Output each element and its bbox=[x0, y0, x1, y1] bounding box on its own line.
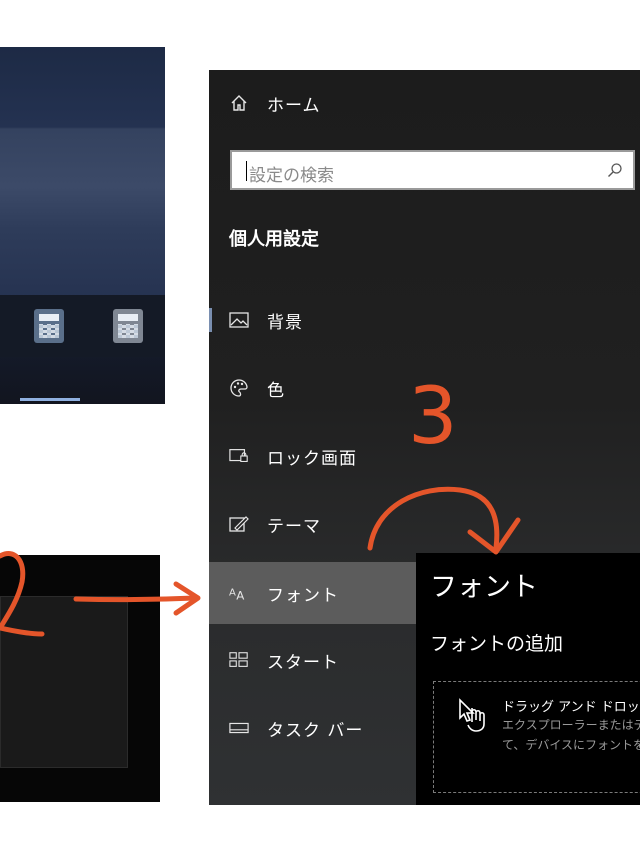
drop-zone-description: エクスプローラーまたはデ bbox=[502, 718, 640, 732]
home-icon bbox=[229, 93, 249, 113]
lock-screen-icon bbox=[229, 446, 249, 466]
nav-item-taskbar[interactable]: タスク バー bbox=[209, 698, 416, 758]
drop-zone-title: ドラッグ アンド ドロップ bbox=[502, 700, 640, 715]
nav-item-label: テーマ bbox=[267, 516, 321, 537]
add-font-heading: フォントの追加 bbox=[430, 633, 564, 655]
nav-item-label: 背景 bbox=[267, 312, 303, 333]
search-icon[interactable] bbox=[607, 162, 623, 178]
section-title: 個人用設定 bbox=[229, 229, 319, 250]
taskbar-icon bbox=[229, 718, 249, 738]
nav-item-background[interactable]: 背景 bbox=[209, 290, 416, 350]
nav-item-label: 色 bbox=[267, 380, 285, 401]
palette-icon bbox=[229, 378, 249, 398]
page-title: フォント bbox=[430, 572, 538, 603]
nav-item-label: フォント bbox=[267, 585, 339, 606]
text-caret bbox=[246, 161, 247, 181]
nav-home-label: ホーム bbox=[267, 95, 321, 116]
font-settings-page: フォント フォントの追加 ドラッグ アンド ドロップ エクスプローラーまたはデ … bbox=[416, 553, 640, 805]
search-placeholder: 設定の検索 bbox=[249, 166, 334, 186]
font-icon: AA bbox=[229, 583, 249, 603]
nav-item-label: ロック画面 bbox=[267, 448, 357, 469]
calculator-icon[interactable] bbox=[34, 309, 64, 343]
annotation-arrowhead bbox=[173, 581, 201, 616]
nav-item-lock-screen[interactable]: ロック画面 bbox=[209, 426, 416, 486]
svg-text:A: A bbox=[236, 588, 244, 602]
start-tiles-icon bbox=[229, 650, 249, 670]
hand-pointer-icon bbox=[459, 698, 485, 732]
nav-item-start[interactable]: スタート bbox=[209, 630, 416, 690]
image-icon bbox=[229, 310, 249, 330]
nav-item-color[interactable]: 色 bbox=[209, 358, 416, 418]
preview-inner-panel bbox=[0, 596, 128, 768]
svg-text:A: A bbox=[229, 588, 236, 599]
nav-item-font[interactable]: AA フォント bbox=[209, 562, 416, 624]
theme-brush-icon bbox=[229, 514, 249, 534]
font-drop-zone[interactable]: ドラッグ アンド ドロップ エクスプローラーまたはデ て、デバイスにフォントを bbox=[433, 681, 640, 793]
active-app-indicator bbox=[20, 398, 80, 401]
search-input[interactable]: 設定の検索 bbox=[230, 150, 635, 190]
nav-item-theme[interactable]: テーマ bbox=[209, 494, 416, 554]
nav-home[interactable]: ホーム bbox=[209, 73, 416, 133]
calculator-icon[interactable] bbox=[113, 309, 143, 343]
nav-item-label: タスク バー bbox=[267, 720, 364, 741]
nav-item-label: スタート bbox=[267, 652, 339, 673]
annotation-step-3: 3 bbox=[408, 372, 458, 462]
drop-zone-description: て、デバイスにフォントを bbox=[502, 738, 640, 752]
